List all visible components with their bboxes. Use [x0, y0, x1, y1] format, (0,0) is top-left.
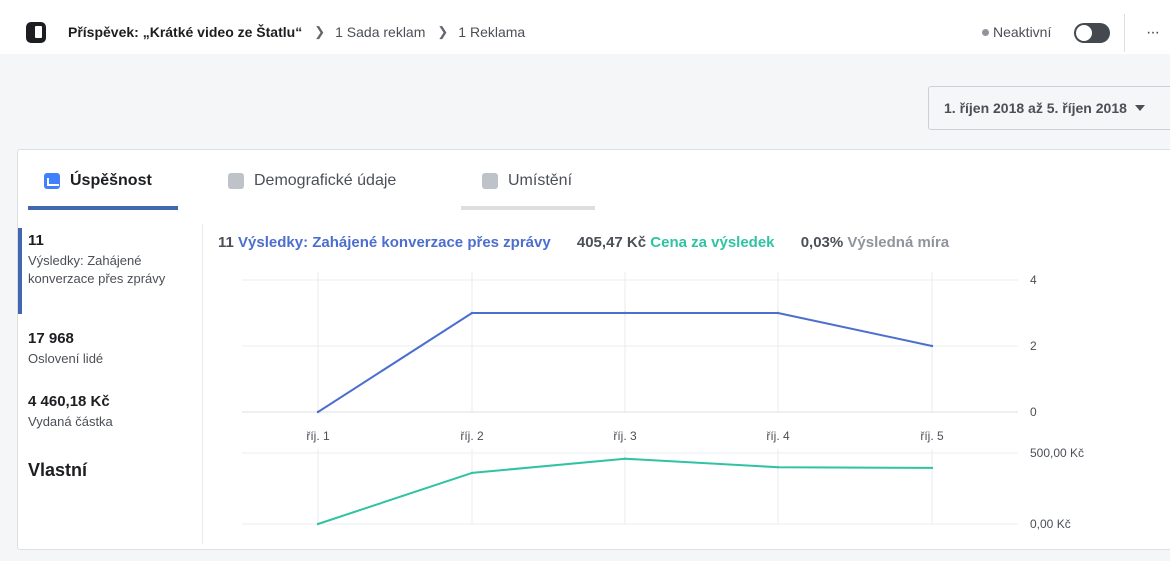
chevron-right-icon: ❯: [314, 24, 326, 39]
divider: [1124, 14, 1125, 52]
x-tick-label: říj. 5: [920, 429, 944, 443]
breadcrumb: Příspěvek: „Krátké video ze Štatlu“ ❯ 1 …: [68, 24, 525, 40]
date-range-button[interactable]: 1. říjen 2018 až 5. říjen 2018: [928, 86, 1170, 130]
caret-down-icon: [1134, 105, 1145, 111]
data-point-cost: [623, 457, 627, 460]
data-point-cost: [470, 471, 474, 475]
data-point-results: [470, 311, 474, 315]
top-bar: Příspěvek: „Krátké video ze Štatlu“ ❯ 1 …: [0, 0, 1170, 78]
data-point-cost: [776, 466, 780, 469]
x-tick-label: říj. 4: [766, 429, 790, 443]
performance-card: Úspěšnost Demografické údaje Umístění 11…: [17, 149, 1170, 550]
x-tick-label: říj. 2: [460, 429, 484, 443]
x-tick-label: říj. 1: [306, 429, 330, 443]
status-indicator: Neaktivní: [982, 24, 1051, 40]
status-label: Neaktivní: [993, 24, 1052, 40]
post-title[interactable]: Příspěvek: „Krátké video ze Štatlu“: [68, 24, 302, 40]
more-options-icon[interactable]: ···: [1146, 24, 1160, 42]
data-point-results: [930, 344, 934, 348]
y-tick-label: 0: [1030, 405, 1037, 419]
data-point-cost: [930, 466, 934, 470]
breadcrumb-ad[interactable]: 1 Reklama: [458, 24, 525, 40]
chevron-right-icon: ❯: [437, 24, 449, 39]
toggle-knob: [1076, 25, 1092, 41]
y-tick-label: 500,00 Kč: [1030, 446, 1084, 460]
breadcrumb-ad-set[interactable]: 1 Sada reklam: [335, 24, 425, 40]
status-dot-icon: [982, 28, 989, 36]
active-toggle[interactable]: [1074, 23, 1110, 43]
date-range-label: 1. říjen 2018 až 5. říjen 2018: [944, 100, 1127, 116]
data-point-cost: [316, 522, 320, 526]
x-tick-label: říj. 3: [613, 429, 637, 443]
data-point-results: [623, 311, 627, 315]
performance-charts: 0 2 4 říj. 1 říj. 2 říj. 3 říj. 4 říj. 5 0,00 Kč…: [242, 272, 1084, 531]
data-point-results: [316, 410, 320, 414]
post-icon: [26, 22, 46, 43]
header-strip: [0, 54, 1170, 78]
data-point-results: [776, 311, 780, 315]
y-tick-label: 4: [1030, 273, 1037, 287]
y-tick-label: 0,00 Kč: [1030, 517, 1071, 531]
y-tick-label: 2: [1030, 339, 1037, 353]
